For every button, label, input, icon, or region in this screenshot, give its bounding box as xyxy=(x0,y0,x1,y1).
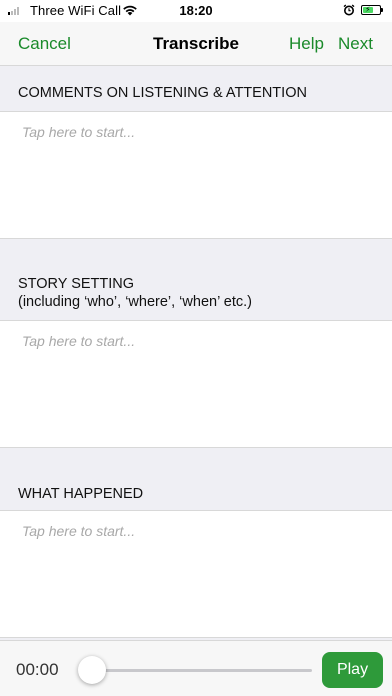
placeholder-text: Tap here to start... xyxy=(22,333,136,349)
section-subtitle: (including ‘who’, ‘where’, ‘when’ etc.) xyxy=(18,294,252,310)
section-title: WHAT HAPPENED xyxy=(18,486,144,502)
section-title: COMMENTS ON LISTENING & ATTENTION xyxy=(18,85,307,101)
playback-slider-thumb[interactable] xyxy=(78,656,106,684)
section-header-listening: COMMENTS ON LISTENING & ATTENTION xyxy=(0,66,392,112)
listening-comments-input[interactable]: Tap here to start... xyxy=(0,112,392,238)
playback-slider-track[interactable] xyxy=(92,669,312,672)
what-happened-input[interactable]: Tap here to start... xyxy=(0,511,392,637)
status-clock: 18:20 xyxy=(179,3,213,18)
placeholder-text: Tap here to start... xyxy=(22,124,136,140)
playback-time: 00:00 xyxy=(16,660,59,679)
play-button[interactable]: Play xyxy=(322,652,383,688)
status-bar: Three WiFi Call 18:20 ⚡ xyxy=(0,0,392,22)
placeholder-text: Tap here to start... xyxy=(22,523,136,539)
page-title: Transcribe xyxy=(153,34,239,53)
alarm-icon xyxy=(343,4,355,16)
section-header-what-happened: WHAT HAPPENED xyxy=(0,447,392,511)
charging-bolt-icon: ⚡ xyxy=(364,5,371,14)
audio-player: 00:00 Play xyxy=(0,640,392,696)
next-button[interactable]: Next xyxy=(338,34,373,54)
help-button[interactable]: Help xyxy=(289,34,324,54)
story-setting-input[interactable]: Tap here to start... xyxy=(0,321,392,447)
section-header-story-setting: STORY SETTING (including ‘who’, ‘where’,… xyxy=(0,238,392,321)
battery-icon: ⚡ xyxy=(361,5,383,15)
section-title: STORY SETTING xyxy=(18,276,135,292)
navigation-bar: Cancel Transcribe Help Next xyxy=(0,22,392,66)
